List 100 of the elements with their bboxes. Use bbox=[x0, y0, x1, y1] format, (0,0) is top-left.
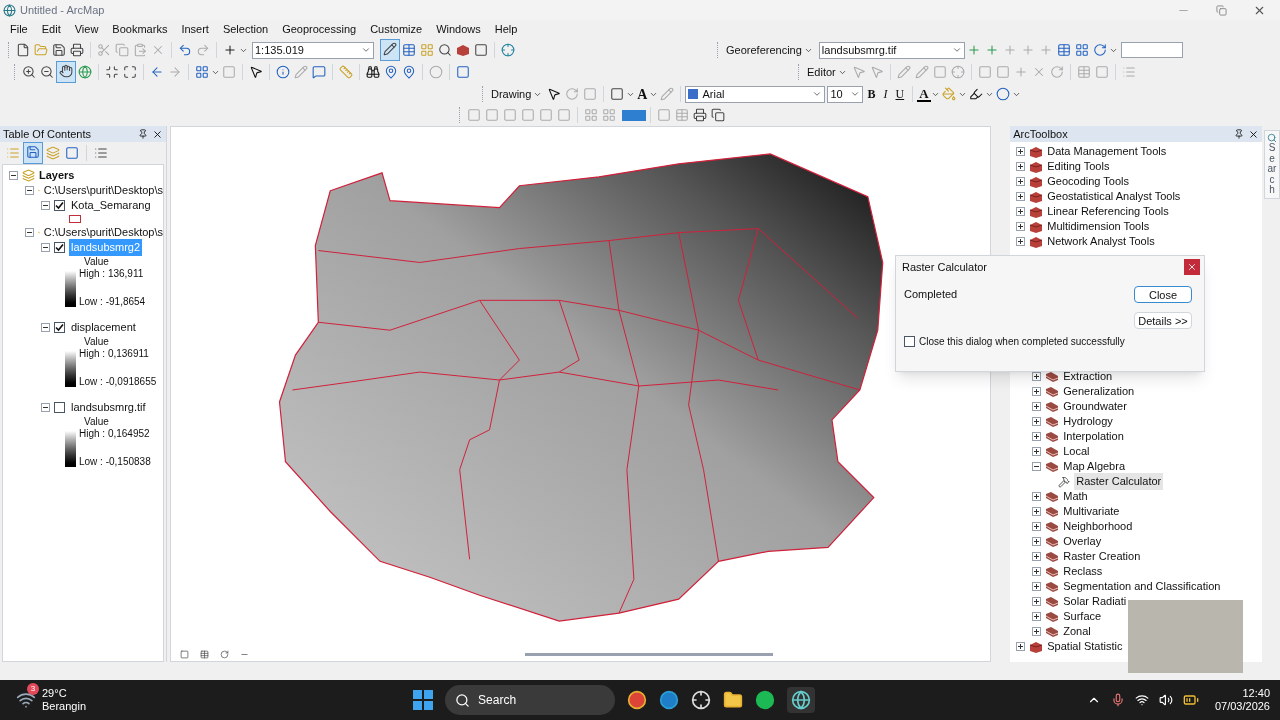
pin-icon[interactable] bbox=[1234, 129, 1244, 139]
fill-color-icon[interactable] bbox=[939, 85, 958, 103]
identify-icon[interactable] bbox=[274, 63, 292, 81]
collapse-icon[interactable] bbox=[41, 323, 50, 332]
battery-icon[interactable] bbox=[1182, 692, 1199, 708]
export-icon[interactable] bbox=[709, 106, 727, 124]
collapse-icon[interactable] bbox=[1032, 462, 1042, 471]
expand-icon[interactable] bbox=[1032, 522, 1042, 531]
layer-checkbox[interactable] bbox=[54, 322, 65, 333]
expand-icon[interactable] bbox=[1032, 402, 1042, 411]
expand-icon[interactable] bbox=[1016, 237, 1026, 246]
toolset-label[interactable]: Groundwater bbox=[1063, 398, 1127, 415]
toolset-label[interactable]: Spatial Statistic bbox=[1047, 638, 1123, 655]
layer-checkbox[interactable] bbox=[904, 336, 915, 347]
menu-item[interactable]: File bbox=[10, 21, 28, 38]
caret-icon[interactable] bbox=[812, 89, 823, 99]
find-icon[interactable] bbox=[364, 63, 382, 81]
expand-icon[interactable] bbox=[1032, 537, 1042, 546]
menu-item[interactable]: Selection bbox=[222, 21, 269, 38]
toolset-label[interactable]: Solar Radiati bbox=[1063, 593, 1127, 610]
toolset-label[interactable]: Overlay bbox=[1063, 533, 1102, 550]
toolset-label[interactable]: Multivariate bbox=[1063, 503, 1120, 520]
menu-item[interactable]: Bookmarks bbox=[112, 21, 168, 38]
fixed-zoom-in-icon[interactable] bbox=[103, 63, 121, 81]
layer-label[interactable]: displacement bbox=[69, 319, 138, 336]
layer-checkbox[interactable] bbox=[54, 242, 65, 253]
search-window-icon[interactable] bbox=[436, 41, 454, 59]
print-icon[interactable] bbox=[68, 41, 86, 59]
scale-field[interactable]: 1:135.019 bbox=[252, 41, 374, 59]
toolset-label[interactable]: Neighborhood bbox=[1063, 518, 1133, 535]
menu-item[interactable]: Geoprocessing bbox=[282, 21, 357, 38]
expand-icon[interactable] bbox=[1032, 447, 1042, 456]
expand-icon[interactable] bbox=[1032, 432, 1042, 441]
toolset-label[interactable]: Reclass bbox=[1063, 563, 1103, 580]
expand-icon[interactable] bbox=[1032, 612, 1042, 621]
collapse-icon[interactable] bbox=[9, 171, 18, 180]
close-button[interactable] bbox=[1184, 259, 1200, 275]
toolset-label[interactable]: Surface bbox=[1063, 608, 1102, 625]
search-side-tab[interactable]: Search bbox=[1264, 130, 1280, 199]
group-layer-label[interactable]: C:\Users\purit\Desktop\s bbox=[43, 224, 163, 241]
toolset-label[interactable]: Raster Creation bbox=[1063, 548, 1141, 565]
font-size-dropdown[interactable]: 10 bbox=[827, 85, 864, 103]
taskbar-search-field[interactable]: Search bbox=[445, 685, 616, 715]
toolset-label[interactable]: Geocoding Tools bbox=[1047, 173, 1129, 190]
toolset-label[interactable]: Map Algebra bbox=[1063, 458, 1125, 475]
rotation-field[interactable] bbox=[1120, 42, 1183, 58]
expand-icon[interactable] bbox=[1032, 627, 1042, 636]
toolset-label[interactable]: Segmentation and Classification bbox=[1063, 578, 1221, 595]
expand-icon[interactable] bbox=[1016, 192, 1026, 201]
expand-icon[interactable] bbox=[1032, 552, 1042, 561]
windows-logo-icon[interactable] bbox=[413, 690, 434, 710]
select-features-icon[interactable] bbox=[193, 63, 211, 81]
color-swatch[interactable] bbox=[622, 109, 646, 121]
collapse-icon[interactable] bbox=[41, 403, 50, 412]
volume-icon[interactable] bbox=[1158, 693, 1173, 707]
toolset-label[interactable]: Multidimension Tools bbox=[1047, 218, 1150, 235]
georeferencing-menu[interactable]: Georeferencing bbox=[723, 41, 816, 59]
python-window-icon[interactable] bbox=[472, 41, 490, 59]
collapse-icon[interactable] bbox=[25, 186, 34, 195]
format-button[interactable]: I bbox=[879, 85, 892, 103]
collapse-icon[interactable] bbox=[41, 243, 50, 252]
raster-map-drawing[interactable] bbox=[278, 153, 884, 622]
layer-checkbox[interactable] bbox=[54, 200, 65, 211]
zoom-in-icon[interactable] bbox=[20, 63, 38, 81]
toolset-label[interactable]: Network Analyst Tools bbox=[1047, 233, 1155, 250]
layer-dropdown[interactable]: landsubsmrg.tif bbox=[818, 41, 965, 59]
browser-icon[interactable] bbox=[659, 690, 680, 710]
menu-item[interactable]: Edit bbox=[41, 21, 61, 38]
expand-icon[interactable] bbox=[1016, 147, 1026, 156]
toolset-label[interactable]: Zonal bbox=[1063, 623, 1091, 640]
table-icon[interactable] bbox=[400, 41, 418, 59]
toolset-label[interactable]: Extraction bbox=[1063, 368, 1113, 385]
wifi-icon[interactable] bbox=[1134, 693, 1149, 707]
menu-item[interactable]: Help bbox=[494, 21, 518, 38]
toolset-label[interactable]: Geostatistical Analyst Tools bbox=[1047, 188, 1181, 205]
toolset-label[interactable]: Editing Tools bbox=[1047, 158, 1110, 175]
menu-item[interactable]: Insert bbox=[181, 21, 209, 38]
collapse-icon[interactable] bbox=[41, 201, 50, 210]
menu-item[interactable]: Customize bbox=[370, 21, 423, 38]
expand-icon[interactable] bbox=[1016, 222, 1026, 231]
menu-item[interactable]: View bbox=[74, 21, 99, 38]
close-icon[interactable] bbox=[1248, 128, 1259, 140]
restore-icon[interactable] bbox=[1216, 4, 1227, 16]
expand-icon[interactable] bbox=[1016, 177, 1026, 186]
expand-icon[interactable] bbox=[1032, 417, 1042, 426]
close-dialog-button[interactable]: Close bbox=[1134, 286, 1192, 303]
format-button[interactable]: B bbox=[863, 85, 880, 103]
caret-icon[interactable] bbox=[361, 45, 371, 55]
map-view[interactable] bbox=[170, 126, 992, 662]
group-layer-label[interactable]: C:\Users\purit\Desktop\s bbox=[43, 182, 163, 199]
caret-icon[interactable] bbox=[850, 89, 861, 99]
collapse-icon[interactable] bbox=[25, 228, 34, 237]
expand-icon[interactable] bbox=[1032, 567, 1042, 576]
menu-item[interactable]: Windows bbox=[436, 21, 481, 38]
toolset-label[interactable]: Generalization bbox=[1063, 383, 1135, 400]
app-icon[interactable] bbox=[691, 690, 712, 710]
expand-icon[interactable] bbox=[1032, 507, 1042, 516]
editor-menu[interactable]: Editor bbox=[804, 63, 850, 81]
expand-icon[interactable] bbox=[1032, 582, 1042, 591]
toolset-label[interactable]: Data Management Tools bbox=[1047, 143, 1167, 160]
